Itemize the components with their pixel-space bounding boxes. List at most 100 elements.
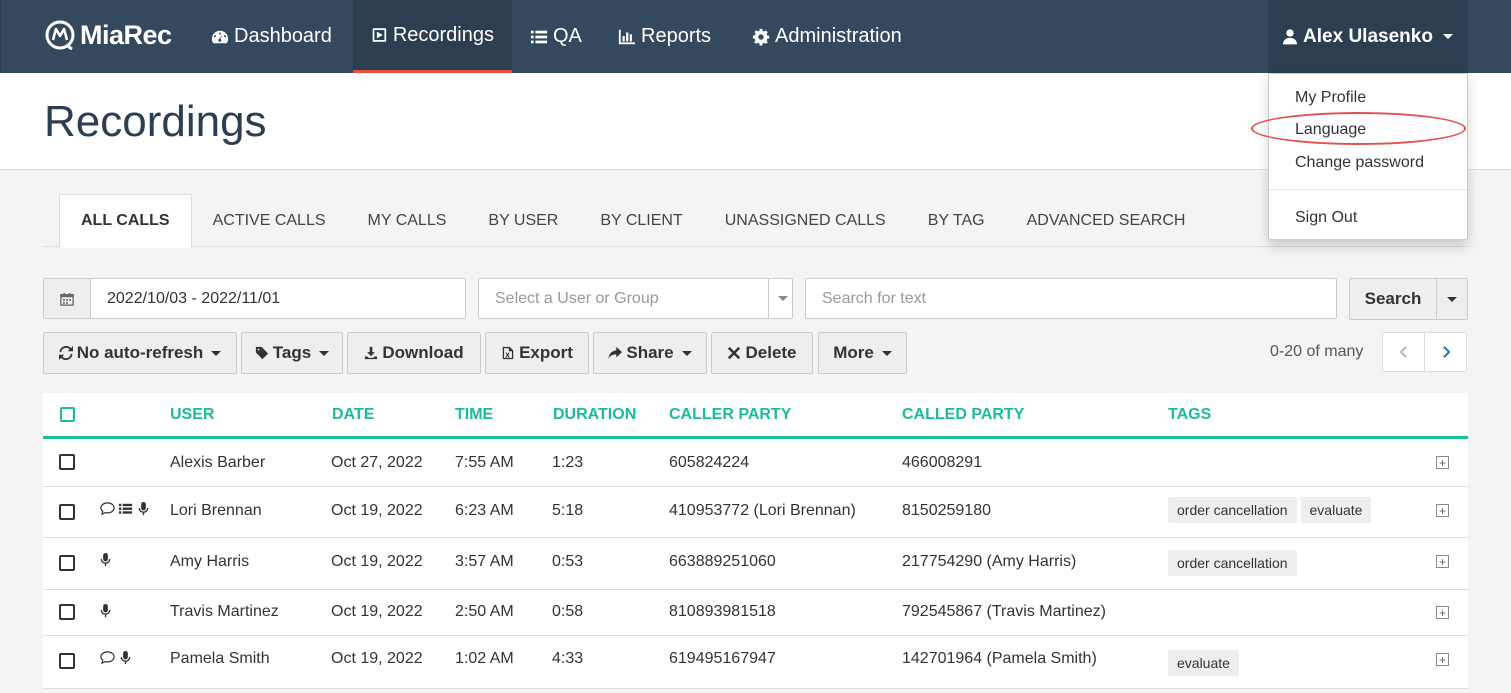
recordings-tabs: ALL CALLS ACTIVE CALLS MY CALLS BY USER …	[43, 194, 1468, 248]
comment-icon[interactable]	[100, 650, 115, 665]
search-options-toggle[interactable]	[1436, 278, 1468, 320]
menu-item-sign-out[interactable]: Sign Out	[1269, 202, 1467, 234]
menu-item-my-profile[interactable]: My Profile	[1269, 82, 1467, 114]
microphone-icon[interactable]	[98, 552, 113, 567]
search-button[interactable]: Search	[1349, 278, 1437, 320]
expand-row-icon[interactable]: +	[1436, 555, 1449, 568]
microphone-icon[interactable]	[98, 603, 113, 618]
cell-date: Oct 19, 2022	[331, 650, 423, 667]
nav-dashboard-label: Dashboard	[234, 25, 332, 47]
row-checkbox[interactable]	[59, 454, 75, 470]
list-icon[interactable]	[118, 501, 133, 516]
row-checkbox[interactable]	[59, 653, 75, 669]
nav-reports[interactable]: Reports	[600, 0, 729, 73]
chevron-down-icon	[319, 350, 330, 356]
tab-by-user[interactable]: BY USER	[467, 194, 579, 247]
column-header-duration[interactable]: DURATION	[553, 406, 636, 424]
share-button[interactable]: Share	[593, 332, 707, 374]
select-arrow-icon[interactable]	[768, 279, 792, 318]
comment-icon[interactable]	[100, 501, 115, 516]
expand-row-icon[interactable]: +	[1436, 653, 1449, 666]
microphone-icon[interactable]	[136, 501, 151, 516]
more-button[interactable]: More	[818, 332, 907, 374]
cell-called-party: 8150259180	[902, 502, 991, 519]
user-icon	[1283, 29, 1298, 45]
nav-dashboard[interactable]: Dashboard	[193, 0, 350, 73]
table-row[interactable]: Alexis Barber Oct 27, 2022 7:55 AM 1:23 …	[43, 439, 1468, 487]
cell-date: Oct 27, 2022	[331, 454, 423, 471]
user-menu-toggle[interactable]: Alex Ulasenko	[1268, 0, 1468, 73]
row-checkbox[interactable]	[59, 504, 75, 520]
play-icon	[372, 28, 387, 42]
tag-badge[interactable]: order cancellation	[1168, 497, 1297, 523]
table-header: USER DATE TIME DURATION CALLER PARTY CAL…	[43, 393, 1468, 439]
table-row[interactable]: Travis Martinez Oct 19, 2022 2:50 AM 0:5…	[43, 590, 1468, 636]
cell-user[interactable]: Amy Harris	[170, 553, 249, 571]
delete-button[interactable]: Delete	[711, 332, 813, 374]
share-label: Share	[626, 343, 674, 362]
export-button[interactable]: Export	[485, 332, 589, 374]
cell-date: Oct 19, 2022	[331, 603, 423, 620]
select-all-checkbox[interactable]	[60, 407, 75, 422]
bar-chart-icon	[618, 29, 636, 44]
download-button[interactable]: Download	[347, 332, 481, 374]
tab-by-client[interactable]: BY CLIENT	[579, 194, 703, 247]
table-row[interactable]: Amy Harris Oct 19, 2022 3:57 AM 0:53 663…	[43, 538, 1468, 590]
chevron-down-icon	[1447, 296, 1457, 302]
search-input[interactable]	[805, 278, 1337, 319]
date-range-picker[interactable]: 2022/10/03 - 2022/11/01	[43, 278, 466, 319]
expand-row-icon[interactable]: +	[1436, 504, 1449, 517]
previous-page-button[interactable]	[1382, 332, 1425, 372]
tag-badge[interactable]: evaluate	[1300, 497, 1372, 523]
user-group-select[interactable]: Select a User or Group	[478, 278, 793, 319]
column-header-caller-party[interactable]: CALLER PARTY	[669, 406, 791, 424]
tab-my-calls[interactable]: MY CALLS	[347, 194, 468, 247]
cell-duration: 1:23	[552, 454, 584, 471]
table-row[interactable]: Lori Brennan Oct 19, 2022 6:23 AM 5:18 4…	[43, 487, 1468, 538]
nav-recordings[interactable]: Recordings	[353, 0, 512, 73]
tags-label: Tags	[272, 343, 312, 362]
tag-badge[interactable]: evaluate	[1168, 650, 1239, 676]
next-page-button[interactable]	[1424, 332, 1467, 372]
cell-duration: 0:53	[552, 553, 584, 570]
tab-unassigned-calls[interactable]: UNASSIGNED CALLS	[704, 194, 907, 247]
tab-advanced-search[interactable]: ADVANCED SEARCH	[1006, 194, 1207, 247]
column-header-time[interactable]: TIME	[455, 406, 493, 424]
cell-user[interactable]: Travis Martinez	[170, 603, 279, 621]
cell-caller-party: 619495167947	[669, 650, 776, 667]
cell-called-party: 217754290 (Amy Harris)	[902, 553, 1077, 570]
tab-active-calls[interactable]: ACTIVE CALLS	[192, 194, 347, 247]
cell-user[interactable]: Lori Brennan	[170, 502, 262, 520]
menu-item-change-password[interactable]: Change password	[1269, 147, 1467, 179]
tab-by-tag[interactable]: BY TAG	[907, 194, 1006, 247]
row-indicator-icons	[100, 650, 133, 665]
calendar-icon[interactable]	[44, 279, 91, 318]
expand-row-icon[interactable]: +	[1436, 606, 1449, 619]
tab-all-calls[interactable]: ALL CALLS	[59, 194, 192, 248]
tags-button[interactable]: Tags	[241, 332, 343, 374]
column-header-tags[interactable]: TAGS	[1168, 406, 1211, 424]
nav-qa[interactable]: QA	[512, 0, 600, 73]
expand-row-icon[interactable]: +	[1436, 456, 1449, 469]
date-range-value[interactable]: 2022/10/03 - 2022/11/01	[91, 279, 465, 318]
brand-logo[interactable]: MiaRec	[44, 17, 172, 53]
row-checkbox[interactable]	[59, 604, 75, 620]
list-icon	[530, 30, 548, 43]
row-checkbox[interactable]	[59, 555, 75, 571]
table-row[interactable]: Pamela Smith Oct 19, 2022 1:02 AM 4:33 6…	[43, 636, 1468, 689]
nav-administration[interactable]: Administration	[734, 0, 920, 73]
cell-user[interactable]: Pamela Smith	[170, 650, 270, 668]
delete-label: Delete	[745, 343, 797, 362]
column-header-called-party[interactable]: CALLED PARTY	[902, 406, 1024, 424]
auto-refresh-button[interactable]: No auto-refresh	[43, 332, 237, 374]
recordings-table: USER DATE TIME DURATION CALLER PARTY CAL…	[43, 393, 1468, 689]
tag-badge[interactable]: order cancellation	[1168, 550, 1297, 576]
microphone-icon[interactable]	[118, 650, 133, 665]
chevron-down-icon	[881, 350, 892, 356]
cell-caller-party: 663889251060	[669, 553, 776, 570]
export-label: Export	[519, 343, 573, 362]
column-header-user[interactable]: USER	[170, 406, 214, 424]
cell-user[interactable]: Alexis Barber	[170, 454, 265, 472]
menu-item-language[interactable]: Language	[1269, 114, 1467, 146]
column-header-date[interactable]: DATE	[332, 406, 374, 424]
